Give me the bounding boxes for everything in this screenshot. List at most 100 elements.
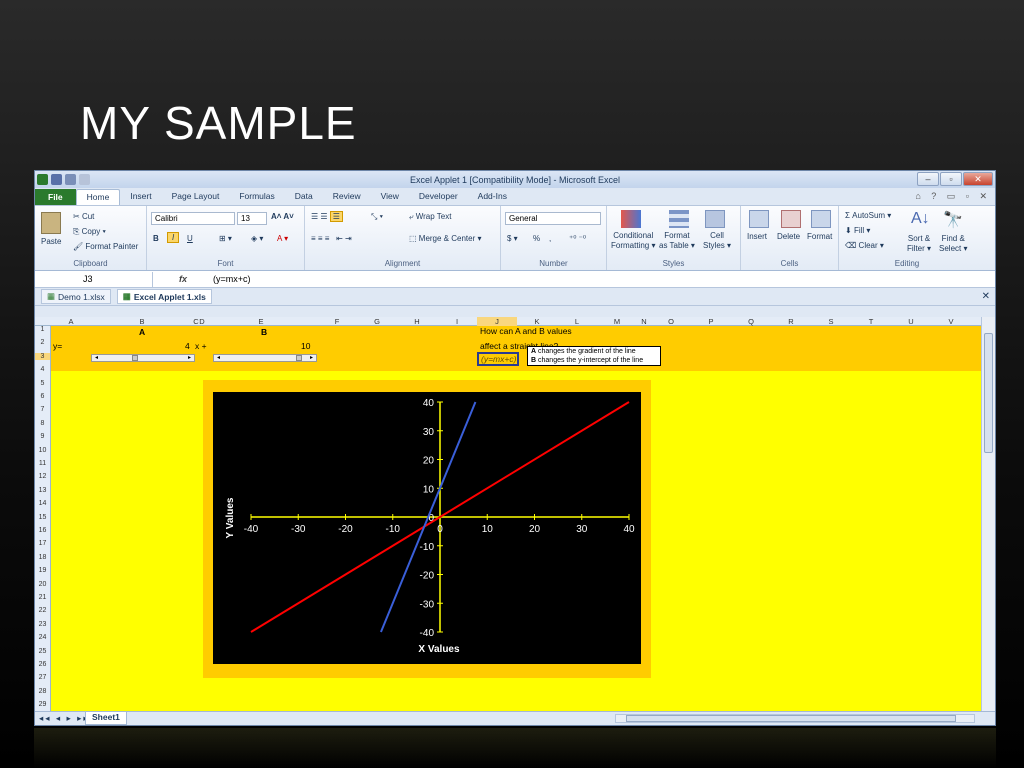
autosum-button[interactable]: Σ AutoSum ▾ bbox=[845, 211, 891, 220]
comma-button[interactable]: , bbox=[549, 234, 551, 243]
row-header-10[interactable]: 10 bbox=[35, 447, 50, 454]
column-header-k[interactable]: K bbox=[517, 317, 557, 326]
row-header-21[interactable]: 21 bbox=[35, 594, 50, 601]
save-icon[interactable] bbox=[51, 174, 62, 185]
row-header-15[interactable]: 15 bbox=[35, 514, 50, 521]
row-header-3[interactable]: 3 bbox=[35, 352, 50, 360]
selected-cell-j3[interactable]: (y=mx+c) bbox=[477, 352, 519, 366]
percent-button[interactable]: % bbox=[533, 234, 540, 243]
scroll-right-icon[interactable]: ▸ bbox=[188, 354, 191, 361]
column-header-p[interactable]: P bbox=[691, 317, 731, 326]
row-header-29[interactable]: 29 bbox=[35, 701, 50, 708]
column-header-r[interactable]: R bbox=[771, 317, 811, 326]
column-header-t[interactable]: T bbox=[851, 317, 891, 326]
column-header-i[interactable]: I bbox=[437, 317, 477, 326]
row-header-13[interactable]: 13 bbox=[35, 487, 50, 494]
sheet-nav-icon[interactable]: ◂◂ ◂ ▸ ▸▸ bbox=[39, 713, 90, 724]
row-header-8[interactable]: 8 bbox=[35, 420, 50, 427]
wrap-text-button[interactable]: ⤶ Wrap Text bbox=[409, 212, 451, 222]
tab-insert[interactable]: Insert bbox=[120, 189, 161, 205]
scroll-right-icon[interactable]: ▸ bbox=[310, 354, 313, 361]
grow-font-button[interactable]: A˄ A˅ bbox=[271, 212, 294, 221]
vertical-scroll-thumb[interactable] bbox=[984, 333, 993, 453]
font-color-button[interactable]: A ▾ bbox=[277, 234, 288, 243]
font-name-select[interactable]: Calibri bbox=[151, 212, 235, 225]
row-header-24[interactable]: 24 bbox=[35, 634, 50, 641]
fill-color-button[interactable]: ◈ ▾ bbox=[251, 234, 263, 243]
conditional-formatting-button[interactable]: Conditional Formatting ▾ bbox=[611, 231, 655, 251]
b-value-cell[interactable]: 10 bbox=[301, 341, 310, 351]
tab-formulas[interactable]: Formulas bbox=[229, 189, 284, 205]
column-header-h[interactable]: H bbox=[397, 317, 437, 326]
row-header-9[interactable]: 9 bbox=[35, 433, 50, 440]
row-header-11[interactable]: 11 bbox=[35, 460, 50, 467]
row-header-4[interactable]: 4 bbox=[35, 366, 50, 373]
column-header-s[interactable]: S bbox=[811, 317, 851, 326]
formula-input[interactable]: (y=mx+c) bbox=[213, 274, 251, 284]
align-top-icon[interactable]: ☰ ☰ ☰ bbox=[311, 211, 343, 222]
horizontal-scroll-thumb[interactable] bbox=[626, 715, 956, 722]
vertical-scrollbar[interactable] bbox=[981, 317, 995, 713]
format-as-table-button[interactable]: Format as Table ▾ bbox=[659, 231, 695, 251]
scroll-left-icon[interactable]: ◂ bbox=[95, 354, 98, 361]
format-button[interactable]: Format bbox=[807, 232, 832, 241]
orientation-icon[interactable]: ⤡ ▾ bbox=[371, 212, 383, 222]
column-header-m[interactable]: M bbox=[597, 317, 637, 326]
row-header-7[interactable]: 7 bbox=[35, 406, 50, 413]
tab-view[interactable]: View bbox=[371, 189, 409, 205]
column-header-u[interactable]: U bbox=[891, 317, 931, 326]
tab-file[interactable]: File bbox=[35, 189, 76, 205]
row-header-25[interactable]: 25 bbox=[35, 648, 50, 655]
row-header-18[interactable]: 18 bbox=[35, 554, 50, 561]
number-format-select[interactable]: General bbox=[505, 212, 601, 225]
insert-function-button[interactable]: fx bbox=[153, 274, 213, 284]
row-header-22[interactable]: 22 bbox=[35, 607, 50, 614]
row-header-20[interactable]: 20 bbox=[35, 581, 50, 588]
bold-button[interactable]: B bbox=[153, 234, 159, 243]
decimal-icon[interactable]: ⁺⁰ ⁻⁰ bbox=[569, 234, 586, 243]
a-slider-thumb[interactable] bbox=[132, 355, 138, 361]
tab-developer[interactable]: Developer bbox=[409, 189, 468, 205]
currency-button[interactable]: $ ▾ bbox=[507, 234, 518, 243]
column-header-n[interactable]: N bbox=[637, 317, 651, 326]
column-header-f[interactable]: F bbox=[317, 317, 357, 326]
column-header-b[interactable]: B bbox=[91, 317, 193, 326]
tab-home[interactable]: Home bbox=[75, 189, 121, 205]
doc-tab-excel-applet[interactable]: ▦ Excel Applet 1.xls bbox=[116, 289, 212, 304]
row-header-17[interactable]: 17 bbox=[35, 540, 50, 547]
column-header-a[interactable]: A bbox=[51, 317, 91, 326]
a-value-cell[interactable]: 4 bbox=[185, 341, 190, 351]
cut-button[interactable]: ✂ Cut bbox=[73, 212, 94, 221]
row-header-19[interactable]: 19 bbox=[35, 567, 50, 574]
horizontal-scrollbar[interactable] bbox=[615, 714, 975, 723]
b-slider-thumb[interactable] bbox=[296, 355, 302, 361]
row-header-2[interactable]: 2 bbox=[35, 339, 50, 346]
help-icon[interactable]: ⌂ ? ▭ ▫ ✕ bbox=[915, 191, 991, 202]
row-header-23[interactable]: 23 bbox=[35, 621, 50, 628]
scroll-left-icon[interactable]: ◂ bbox=[217, 354, 220, 361]
underline-button[interactable]: U bbox=[187, 234, 193, 243]
minimize-button[interactable]: – bbox=[917, 172, 939, 186]
column-header-j[interactable]: J bbox=[477, 317, 517, 326]
row-header-12[interactable]: 12 bbox=[35, 473, 50, 480]
worksheet[interactable]: ABCDEFGHIJKLMNOPQRSTUV 1 2 3 4 5 6 7 8 9 10 11 12 13… bbox=[35, 317, 983, 713]
b-slider-scrollbar[interactable]: ◂ ▸ bbox=[213, 354, 317, 362]
clear-button[interactable]: ⌫ Clear ▾ bbox=[845, 241, 884, 250]
column-header-q[interactable]: Q bbox=[731, 317, 771, 326]
insert-button[interactable]: Insert bbox=[747, 232, 767, 241]
border-button[interactable]: ⊞ ▾ bbox=[219, 234, 232, 243]
merge-center-button[interactable]: ⬚ Merge & Center ▾ bbox=[409, 234, 482, 243]
row-header-16[interactable]: 16 bbox=[35, 527, 50, 534]
column-header-g[interactable]: G bbox=[357, 317, 397, 326]
delete-button[interactable]: Delete bbox=[777, 232, 800, 241]
row-header-5[interactable]: 5 bbox=[35, 380, 50, 387]
cell-styles-button[interactable]: Cell Styles ▾ bbox=[703, 231, 731, 251]
column-header-o[interactable]: O bbox=[651, 317, 691, 326]
column-header-l[interactable]: L bbox=[557, 317, 597, 326]
doc-tab-demo[interactable]: ▦ Demo 1.xlsx bbox=[41, 289, 111, 304]
find-select-button[interactable]: Find & Select ▾ bbox=[939, 234, 967, 254]
chart-area[interactable]: -40 -30 -20 -10 0 10 20 30 40 -40 -30 -20 -10 0 10 20 30… bbox=[203, 380, 651, 678]
row-header-27[interactable]: 27 bbox=[35, 674, 50, 681]
align-left-icon[interactable]: ≡ ≡ ≡ ⇤ ⇥ bbox=[311, 234, 352, 243]
column-header-e[interactable]: E bbox=[205, 317, 317, 326]
